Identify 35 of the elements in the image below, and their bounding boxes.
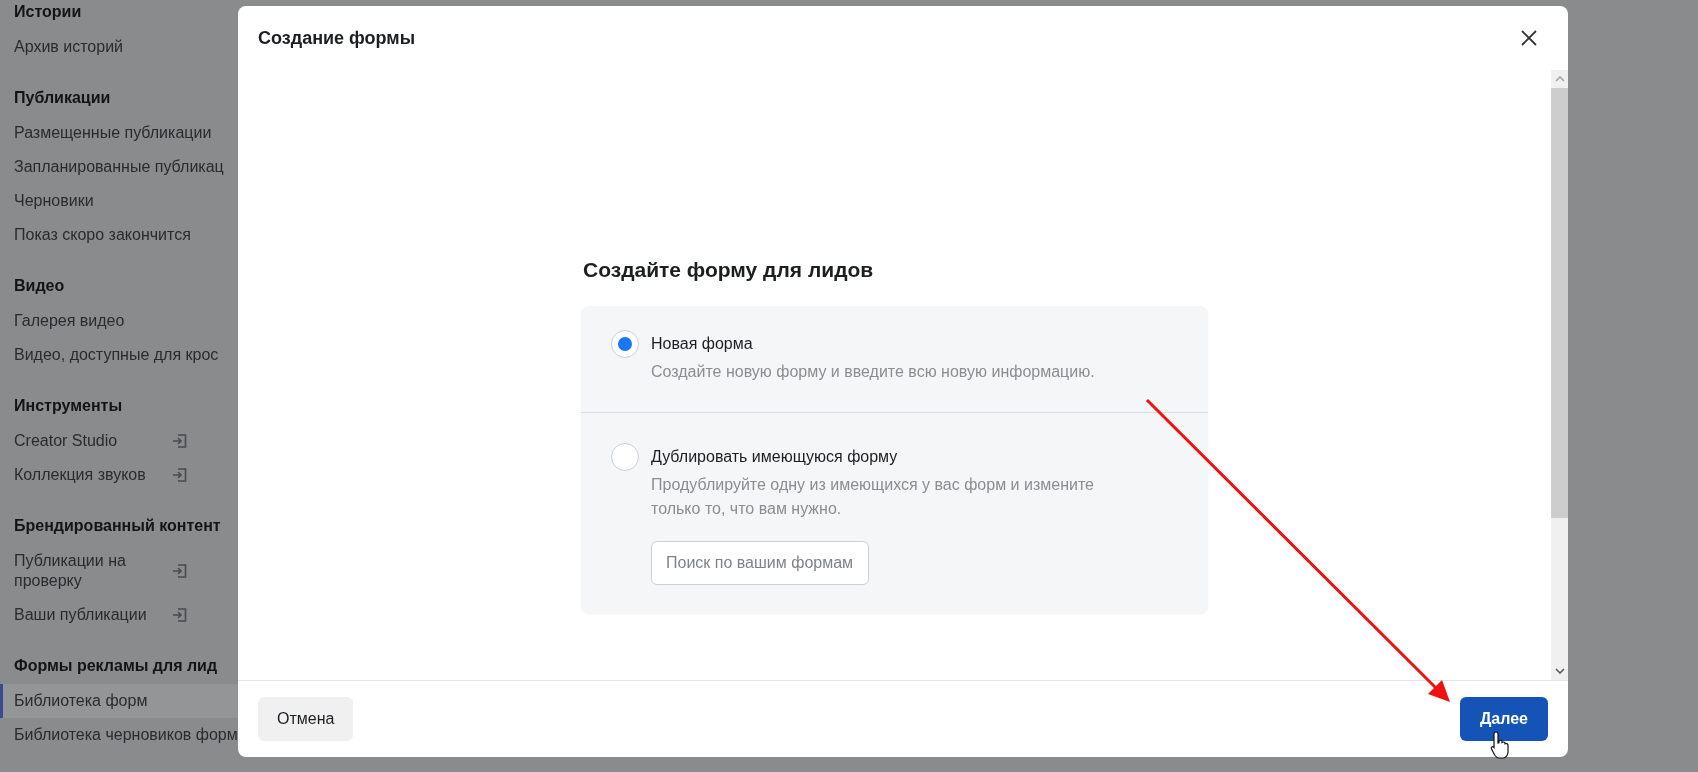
sidebar-item[interactable]: Коллекция звуков xyxy=(0,458,238,492)
section-title: Видео xyxy=(13,276,66,296)
sidebar-item[interactable]: Галерея видео xyxy=(0,304,238,338)
radio-button[interactable] xyxy=(611,330,639,358)
scroll-up-icon[interactable] xyxy=(1554,76,1565,82)
sidebar-item[interactable]: Публикации на проверку xyxy=(0,544,238,598)
cancel-button[interactable]: Отмена xyxy=(258,697,354,741)
radio-button[interactable] xyxy=(611,443,639,471)
sidebar-item[interactable]: Библиотека форм xyxy=(0,684,238,718)
sidebar-item[interactable]: Видео, доступные для крос xyxy=(0,338,238,372)
sidebar-item[interactable]: Показ скоро закончится xyxy=(0,218,238,252)
section-title: Публикации xyxy=(13,88,112,108)
section-title: Инструменты xyxy=(13,396,124,416)
sidebar-item[interactable]: Запланированные публикац xyxy=(0,150,238,184)
scrollbar-thumb[interactable] xyxy=(1551,88,1568,518)
section-title: Брендированный контент xyxy=(13,516,222,536)
option-title: Дублировать имеющуюся форму xyxy=(651,447,899,467)
sidebar-item[interactable]: Ваши публикации xyxy=(0,598,238,632)
sidebar-item[interactable]: Черновики xyxy=(0,184,238,218)
search-field[interactable]: Поиск по вашим формам xyxy=(651,541,869,585)
dialog-title: Создание формы xyxy=(258,27,416,49)
option-description: Продублируйте одну из имеющихся у вас форм и измените только то, что вам нужно. xyxy=(651,475,1095,519)
next-button[interactable]: Далее xyxy=(1459,697,1548,741)
form-heading: Создайте форму для лидов xyxy=(582,257,875,283)
scrollbar-track[interactable] xyxy=(1551,70,1568,680)
scroll-down-icon[interactable] xyxy=(1554,668,1565,674)
sidebar-item[interactable]: Библиотека черновиков форм xyxy=(0,718,238,752)
sidebar-item[interactable]: Creator Studio xyxy=(0,424,238,458)
section-title: Формы рекламы для лид xyxy=(13,656,219,676)
option-description: Создайте новую форму и введите всю новую информацию. xyxy=(651,362,1096,382)
option-title: Новая форма xyxy=(651,334,754,354)
section-title: Истории xyxy=(13,2,83,22)
close-icon[interactable] xyxy=(1520,29,1538,47)
sidebar-item[interactable]: Архив историй xyxy=(0,30,238,64)
sidebar-item[interactable]: Размещенные публикации xyxy=(0,116,238,150)
